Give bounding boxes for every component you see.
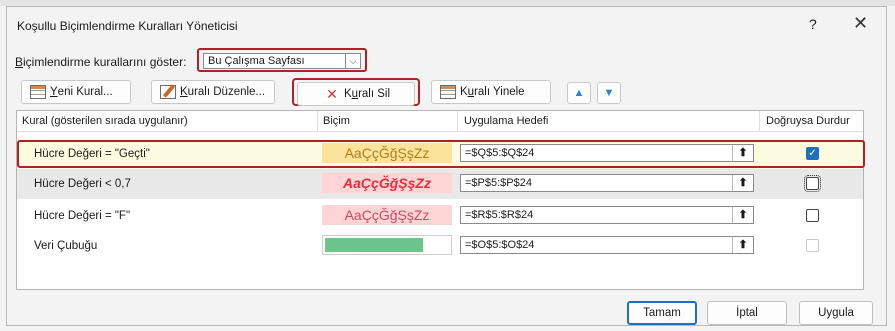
new-rule-button[interactable]: Yeni Kural... [21, 80, 131, 104]
rule-name: Hücre Değeri < 0,7 [34, 178, 131, 190]
data-bar-preview [325, 238, 423, 252]
edit-rule-button[interactable]: Kuralı Düzenle... [151, 80, 275, 104]
edit-rule-label: uralı Düzenle... [187, 86, 266, 98]
show-rules-label: Biçimlendirme kurallarını göster: [15, 55, 186, 69]
new-rule-label: eni Kural... [57, 86, 113, 98]
show-rules-label-text: içimlendirme kurallarını göster: [23, 55, 187, 69]
edit-rule-icon [160, 85, 176, 99]
stop-if-true-checkbox[interactable] [804, 175, 821, 192]
applies-to-field[interactable]: =$O$5:$O$24 ⬆ [460, 236, 754, 254]
collapse-range-icon[interactable]: ⬆ [732, 237, 753, 253]
show-rules-label-accel: B [15, 55, 24, 69]
table-row[interactable]: Hücre Değeri < 0,7 AaÇçĞğŞşZz =$P$5:$P$2… [17, 169, 863, 199]
edit-rule-accel: K [180, 86, 188, 98]
duplicate-rule-label-start: K [460, 86, 468, 98]
close-icon[interactable]: ✕ [853, 13, 868, 34]
chevron-up-icon: ▲ [573, 87, 585, 99]
title-bar: Koşullu Biçimlendirme Kuralları Yönetici… [7, 7, 886, 43]
delete-rule-label-start: K [344, 88, 352, 100]
chevron-down-icon[interactable]: ⌵ [345, 54, 360, 68]
scope-select[interactable]: Bu Çalışma Sayfası ⌵ [203, 53, 361, 69]
format-preview: AaÇçĞğŞşZz [322, 173, 452, 193]
new-rule-accel: Y [50, 86, 58, 98]
move-down-button[interactable]: ▼ [597, 82, 621, 104]
applies-to-field[interactable]: =$P$5:$P$24 ⬆ [460, 174, 754, 192]
selected-row-highlight [17, 140, 865, 168]
column-divider [759, 111, 760, 131]
delete-rule-label: ralı Sil [358, 88, 391, 100]
chevron-down-icon: ▼ [603, 87, 615, 99]
rule-name: Hücre Değeri = "F" [34, 210, 131, 222]
rule-name: Veri Çubuğu [34, 240, 98, 252]
applies-to-value: =$O$5:$O$24 [465, 239, 535, 251]
column-applies-to: Uygulama Hedefi [464, 115, 549, 127]
rules-table: Kural (gösterilen sırada uygulanır) Biçi… [16, 110, 865, 290]
table-row[interactable]: Hücre Değeri = "F" AaÇçĞğŞşZz =$R$5:$R$2… [17, 201, 863, 231]
duplicate-rule-icon [440, 85, 456, 99]
cancel-button[interactable]: İptal [707, 301, 787, 325]
delete-icon: ✕ [326, 86, 338, 102]
delete-rule-button[interactable]: ✕ Ku ralı Sil [297, 82, 415, 106]
applies-to-field[interactable]: =$R$5:$R$24 ⬆ [460, 206, 754, 224]
stop-if-true-checkbox[interactable] [806, 209, 819, 222]
duplicate-rule-label: ralı Yinele [474, 86, 525, 98]
applies-to-value: =$P$5:$P$24 [465, 177, 532, 189]
column-rule: Kural (gösterilen sırada uygulanır) [22, 115, 188, 127]
column-divider [457, 111, 458, 131]
dialog-title: Koşullu Biçimlendirme Kuralları Yönetici… [17, 19, 238, 33]
applies-to-value: =$R$5:$R$24 [465, 209, 534, 221]
help-button[interactable]: ? [809, 16, 817, 32]
scope-select-highlight: Bu Çalışma Sayfası ⌵ [197, 48, 367, 72]
ok-button[interactable]: Tamam [627, 301, 697, 325]
new-rule-icon [30, 85, 46, 99]
table-header: Kural (gösterilen sırada uygulanır) Biçi… [17, 111, 863, 132]
format-preview [322, 235, 452, 255]
scope-select-value: Bu Çalışma Sayfası [208, 55, 305, 67]
apply-button[interactable]: Uygula [799, 301, 873, 325]
table-row[interactable]: Veri Çubuğu =$O$5:$O$24 ⬆ [17, 231, 863, 261]
column-format: Biçim [323, 115, 350, 127]
collapse-range-icon[interactable]: ⬆ [732, 207, 753, 223]
column-divider [317, 111, 318, 131]
format-preview: AaÇçĞğŞşZz [322, 205, 452, 225]
duplicate-rule-button[interactable]: Ku ralı Yinele [431, 80, 551, 104]
conditional-formatting-dialog: Koşullu Biçimlendirme Kuralları Yönetici… [6, 6, 887, 326]
collapse-range-icon[interactable]: ⬆ [732, 175, 753, 191]
stop-if-true-checkbox [806, 239, 819, 252]
move-up-button[interactable]: ▲ [567, 82, 591, 104]
column-stop-if-true: Doğruysa Durdur [766, 115, 850, 127]
